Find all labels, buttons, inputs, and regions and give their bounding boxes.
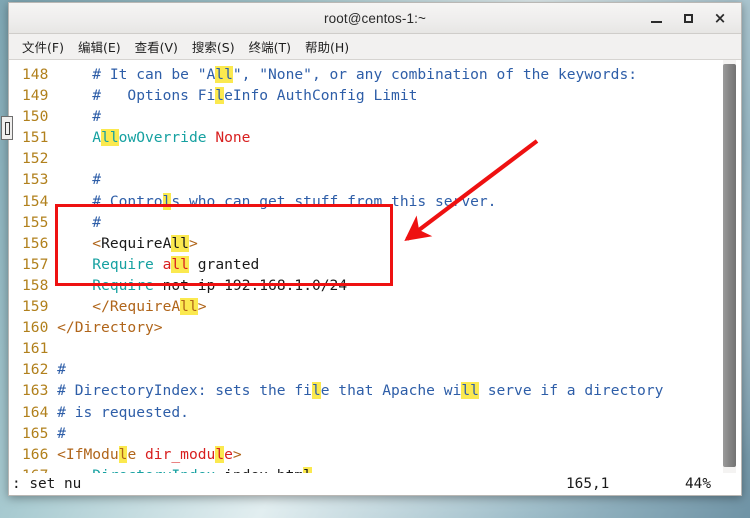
code-line: 161: [9, 338, 741, 359]
line-content: </RequireAll>: [92, 298, 207, 316]
line-number: 161: [22, 340, 49, 358]
line-number: 166: [22, 445, 49, 463]
code-line: 152: [9, 148, 741, 169]
code-line: 154 # Controls who can get stuff from th…: [9, 191, 741, 212]
line-number: 157: [22, 255, 49, 273]
terminal-window: root@centos-1:~ × 文件(F) 编辑(E) 查看(V) 搜索(S…: [1, 2, 742, 496]
line-number: 155: [22, 213, 49, 231]
cursor-position: 165,1: [566, 476, 610, 492]
vim-command-line: : set nu: [12, 476, 82, 492]
line-number: 158: [22, 276, 49, 294]
line-content: # DirectoryIndex: sets the file that Apa…: [57, 382, 664, 400]
line-number: 165: [22, 424, 49, 442]
code-line: 153 #: [9, 169, 741, 190]
line-number: 160: [22, 319, 49, 337]
close-icon: ×: [713, 9, 727, 27]
line-content: # Options FileInfo AuthConfig Limit: [92, 87, 418, 105]
menu-file[interactable]: 文件(F): [15, 34, 71, 60]
window-titlebar[interactable]: root@centos-1:~ ×: [9, 3, 741, 34]
vim-statusline: : set nu 165,1 44%: [9, 473, 741, 495]
code-line: 160 </Directory>: [9, 317, 741, 338]
vertical-scrollbar[interactable]: [723, 60, 736, 473]
menu-edit[interactable]: 编辑(E): [71, 34, 128, 60]
vim-text-buffer[interactable]: 148 # It can be "All", "None", or any co…: [9, 60, 741, 473]
window-resize-handle[interactable]: [1, 116, 13, 140]
line-content: #: [92, 108, 102, 126]
line-number: 154: [22, 192, 49, 210]
line-number: 162: [22, 361, 49, 379]
code-line: 158 Require not ip 192.168.1.0/24: [9, 275, 741, 296]
line-content: Require all granted: [92, 255, 260, 273]
line-content: AllowOverride None: [92, 129, 251, 147]
code-line: 149 # Options FileInfo AuthConfig Limit: [9, 85, 741, 106]
line-number: 159: [22, 298, 49, 316]
menu-search[interactable]: 搜索(S): [185, 34, 242, 60]
menubar: 文件(F) 编辑(E) 查看(V) 搜索(S) 终端(T) 帮助(H): [9, 34, 741, 60]
line-content: Require not ip 192.168.1.0/24: [92, 276, 348, 294]
line-content: #: [57, 424, 66, 442]
line-content: </Directory>: [57, 319, 163, 337]
menu-help[interactable]: 帮助(H): [298, 34, 356, 60]
line-content: # is requested.: [57, 403, 189, 421]
code-line: 156 <RequireAll>: [9, 233, 741, 254]
line-number: 156: [22, 234, 49, 252]
line-number: 164: [22, 403, 49, 421]
minimize-button[interactable]: [641, 6, 671, 32]
code-line: 151 AllowOverride None: [9, 127, 741, 148]
line-content: # Controls who can get stuff from this s…: [92, 192, 497, 210]
line-content: # It can be "All", "None", or any combin…: [92, 66, 638, 83]
line-number: 150: [22, 108, 49, 126]
code-line: 159 </RequireAll>: [9, 296, 741, 317]
code-line: 164 # is requested.: [9, 402, 741, 423]
line-number: 151: [22, 129, 49, 147]
scroll-percent: 44%: [685, 476, 711, 492]
close-button[interactable]: ×: [705, 6, 735, 32]
menu-terminal[interactable]: 终端(T): [242, 34, 298, 60]
code-line: 167 DirectoryIndex index.html: [9, 465, 741, 473]
line-number: 163: [22, 382, 49, 400]
terminal-screen[interactable]: 148 # It can be "All", "None", or any co…: [9, 60, 741, 473]
minimize-icon: [650, 21, 662, 23]
code-line: 162 #: [9, 359, 741, 380]
line-content: <IfModule dir_module>: [57, 445, 242, 463]
line-content: #: [92, 171, 102, 189]
window-controls: ×: [641, 3, 735, 34]
line-number: 149: [22, 87, 49, 105]
menu-view[interactable]: 查看(V): [128, 34, 185, 60]
maximize-button[interactable]: [673, 6, 703, 32]
line-content: #: [92, 213, 102, 231]
code-line: 157 Require all granted: [9, 254, 741, 275]
code-line: 155 #: [9, 212, 741, 233]
maximize-icon: [683, 14, 693, 23]
line-number: 153: [22, 171, 49, 189]
code-line: 166 <IfModule dir_module>: [9, 444, 741, 465]
line-number: 167: [22, 465, 48, 473]
code-line: 163 # DirectoryIndex: sets the file that …: [9, 380, 741, 401]
line-content: <RequireAll>: [92, 234, 198, 252]
code-line: 150 #: [9, 106, 741, 127]
scrollbar-thumb[interactable]: [723, 64, 736, 467]
line-content: #: [57, 361, 66, 379]
code-line: 165 #: [9, 423, 741, 444]
line-number: 148: [22, 66, 49, 83]
line-number: 152: [22, 150, 49, 168]
window-title: root@centos-1:~: [324, 10, 426, 26]
code-line: 148 # It can be "All", "None", or any co…: [9, 64, 741, 85]
